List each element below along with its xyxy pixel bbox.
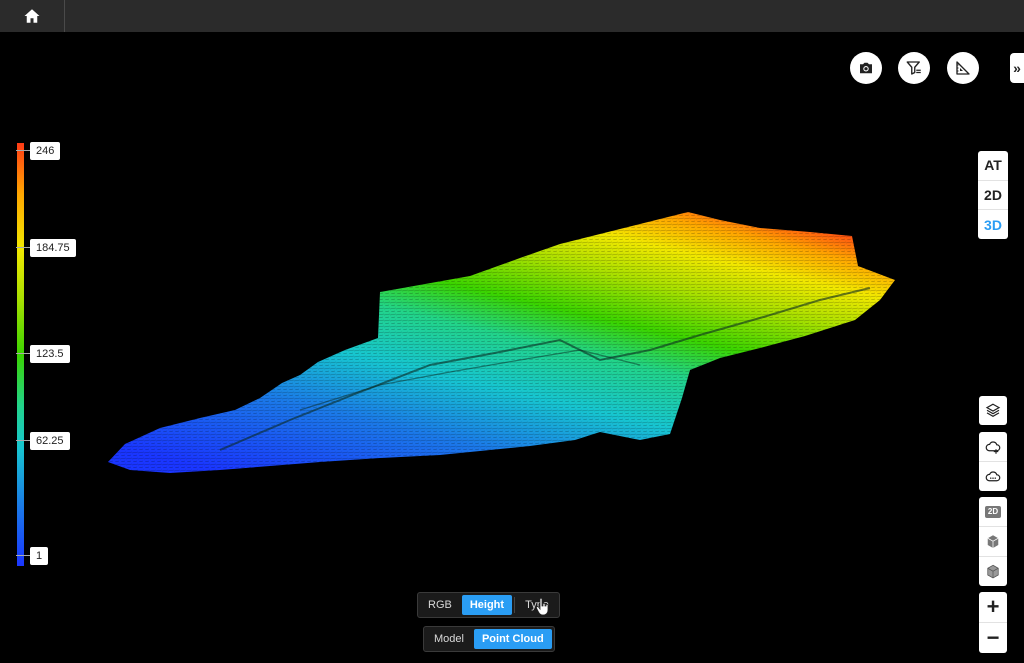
point-cloud-viewport[interactable] bbox=[0, 0, 1024, 663]
display-mode-model[interactable]: Model bbox=[426, 629, 472, 649]
hand-cursor-icon bbox=[536, 598, 549, 616]
display-mode-point-cloud[interactable]: Point Cloud bbox=[473, 629, 552, 649]
color-mode-height[interactable]: Height bbox=[461, 595, 513, 615]
segment-divider bbox=[514, 597, 516, 613]
terrain-texture bbox=[108, 212, 895, 473]
color-mode-rgb[interactable]: RGB bbox=[420, 595, 460, 615]
display-mode-switch: Model Point Cloud bbox=[423, 626, 555, 652]
